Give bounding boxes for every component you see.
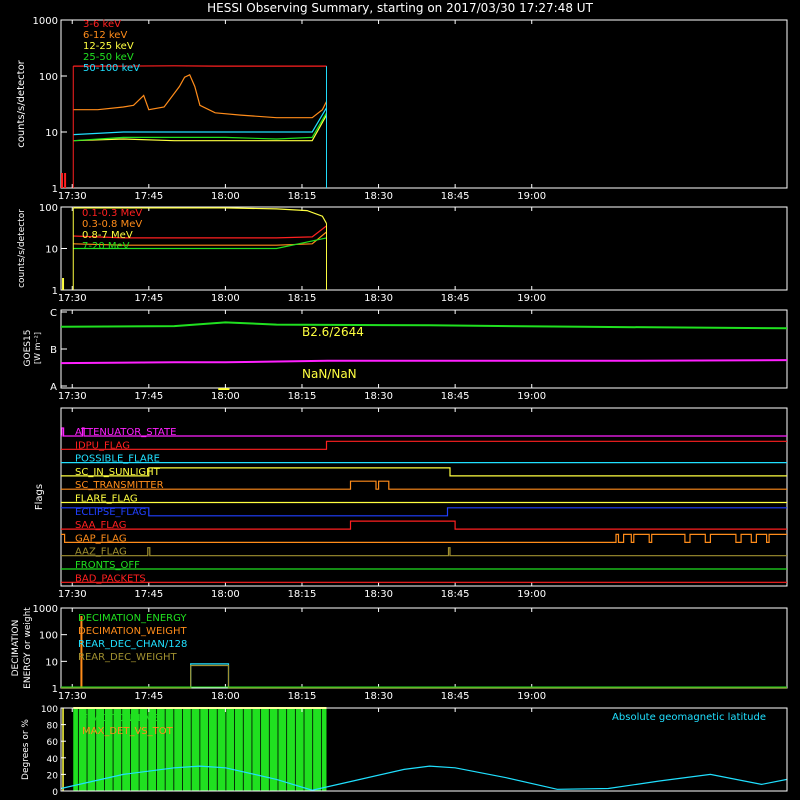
decimation-time-label: 18:00 — [211, 691, 240, 702]
high-energy-time-label: 18:45 — [441, 293, 470, 304]
low-energy-legend-0: 3-6 keV — [83, 19, 121, 30]
goes-time-label: 19:00 — [517, 391, 546, 402]
goes-time-label: 18:45 — [441, 391, 470, 402]
flags-time-label: 18:30 — [364, 589, 393, 600]
decimation-time-label: 19:00 — [517, 691, 546, 702]
high-energy-legend-1: 0.3-0.8 MeV — [82, 219, 142, 230]
orbit-ytick-label: 80 — [47, 722, 59, 732]
goes-annotation-1: NaN/NaN — [302, 367, 357, 381]
low-energy-time-label: 18:15 — [288, 191, 317, 202]
flags-time-label: 18:45 — [441, 589, 470, 600]
decimation-time-label: 18:15 — [288, 691, 317, 702]
flag-label-9: AAZ_FLAG — [75, 547, 127, 558]
high-energy-legend-0: 0.1-0.3 MeV — [82, 208, 142, 219]
low-energy-legend-1: 6-12 keV — [83, 30, 127, 41]
high-energy-time-label: 19:00 — [517, 293, 546, 304]
decimation-legend-0: DECIMATION_ENERGY — [78, 613, 187, 624]
decimation-time-label: 18:30 — [364, 691, 393, 702]
high-energy-time-label: 18:00 — [211, 293, 240, 304]
goes-ytick-label: C — [50, 308, 57, 319]
goes-time-label: 18:00 — [211, 391, 240, 402]
low-energy-time-label: 18:30 — [364, 191, 393, 202]
low-energy-ytick-label: 1000 — [33, 16, 58, 27]
goes-time-label: 18:15 — [288, 391, 317, 402]
high-energy-legend-2: 0.8-7 MeV — [82, 230, 133, 241]
decimation-time-label: 17:30 — [58, 691, 87, 702]
low-energy-ytick-label: 100 — [39, 72, 58, 83]
flag-label-5: FLARE_FLAG — [75, 494, 138, 505]
high-energy-ytick-label: 100 — [39, 203, 58, 214]
orbit-ytick-label: 20 — [47, 771, 59, 781]
flag-label-2: POSSIBLE_FLARE — [75, 454, 160, 465]
low-energy-time-label: 17:45 — [134, 191, 163, 202]
goes-time-label: 17:45 — [134, 391, 163, 402]
high-energy-time-label: 17:45 — [134, 293, 163, 304]
low-energy-ytick-label: 10 — [45, 128, 58, 139]
flags-time-label: 18:00 — [211, 589, 240, 600]
decimation-ytick-label: 1 — [52, 684, 58, 695]
flag-label-11: BAD_PACKETS — [75, 573, 146, 584]
flags-ylabel: Flags — [34, 484, 45, 510]
flags-time-label: 18:15 — [288, 589, 317, 600]
goes-annotation-0: B2.6/2644 — [302, 325, 364, 339]
low-energy-legend-4: 50-100 keV — [83, 63, 140, 74]
orbit-ytick-label: 0 — [52, 788, 58, 798]
low-energy-time-label: 19:00 — [517, 191, 546, 202]
low-energy-time-label: 18:45 — [441, 191, 470, 202]
decimation-ytick-label: 1000 — [33, 604, 58, 615]
goes-ylabel-units: [W m⁻²] — [33, 332, 42, 364]
flag-label-10: FRONTS_OFF — [75, 560, 140, 571]
flags-time-label: 17:45 — [134, 589, 163, 600]
flags-time-label: 19:00 — [517, 589, 546, 600]
decimation-ytick-label: 10 — [45, 657, 58, 668]
low-energy-time-label: 18:00 — [211, 191, 240, 202]
background — [0, 0, 800, 800]
chart-title: HESSI Observing Summary, starting on 201… — [207, 1, 593, 15]
orbit-ytick-label: 100 — [41, 705, 58, 715]
decimation-ylabel: DECIMATION — [11, 620, 21, 677]
orbit-note: Absolute geomagnetic latitude — [612, 712, 766, 723]
flag-label-4: SC_TRANSMITTER — [75, 480, 164, 491]
high-energy-ytick-label: 10 — [45, 245, 58, 256]
high-energy-ytick-label: 1 — [52, 286, 58, 297]
high-energy-time-label: 18:15 — [288, 293, 317, 304]
flag-label-6: ECLIPSE_FLAG — [75, 507, 146, 518]
low-energy-legend-3: 25-50 keV — [83, 52, 134, 63]
orbit-ytick-label: 40 — [47, 755, 59, 765]
low-energy-ytick-label: 1 — [52, 184, 58, 195]
orbit-ylabel: Degrees or % — [21, 719, 31, 780]
goes-ylabel: GOES15 — [23, 330, 33, 367]
decimation-time-label: 18:45 — [441, 691, 470, 702]
flag-label-8: GAP_FLAG — [75, 533, 127, 544]
decimation-time-label: 17:45 — [134, 691, 163, 702]
high-energy-time-label: 17:30 — [58, 293, 87, 304]
flag-label-1: IDPU_FLAG — [75, 440, 130, 451]
flag-label-0: ATTENUATOR_STATE — [75, 427, 176, 438]
flag-label-3: SC_IN_SUNLIGHT — [75, 467, 161, 478]
low-energy-time-label: 17:30 — [58, 191, 87, 202]
high-energy-legend-3: 7-20 MeV — [82, 241, 130, 252]
orbit-ytick-label: 60 — [47, 738, 59, 748]
goes-time-label: 17:30 — [58, 391, 87, 402]
orbit-legend-1: MAX_DET_VS_TOT — [82, 726, 174, 737]
high-energy-ylabel: counts/s/detector — [17, 209, 27, 288]
decimation-ytick-label: 100 — [39, 631, 58, 642]
decimation-legend-3: REAR_DEC_WEIGHT — [78, 652, 177, 663]
low-energy-legend-2: 12-25 keV — [83, 41, 134, 52]
high-energy-time-label: 18:30 — [364, 293, 393, 304]
low-energy-ylabel: counts/s/detector — [16, 59, 27, 147]
orbit-legend-0: FRACTION_LIVE — [82, 713, 159, 724]
decimation-legend-2: REAR_DEC_CHAN/128 — [78, 639, 187, 650]
goes-ytick-label: A — [50, 382, 57, 393]
goes-ytick-label: B — [50, 345, 57, 356]
hessi-summary-chart: HESSI Observing Summary, starting on 201… — [0, 0, 800, 800]
goes-time-label: 18:30 — [364, 391, 393, 402]
decimation-ylabel-2: ENERGY or weight — [23, 607, 33, 689]
flags-time-label: 17:30 — [58, 589, 87, 600]
flag-label-7: SAA_FLAG — [75, 520, 126, 531]
decimation-legend-1: DECIMATION_WEIGHT — [78, 626, 187, 637]
